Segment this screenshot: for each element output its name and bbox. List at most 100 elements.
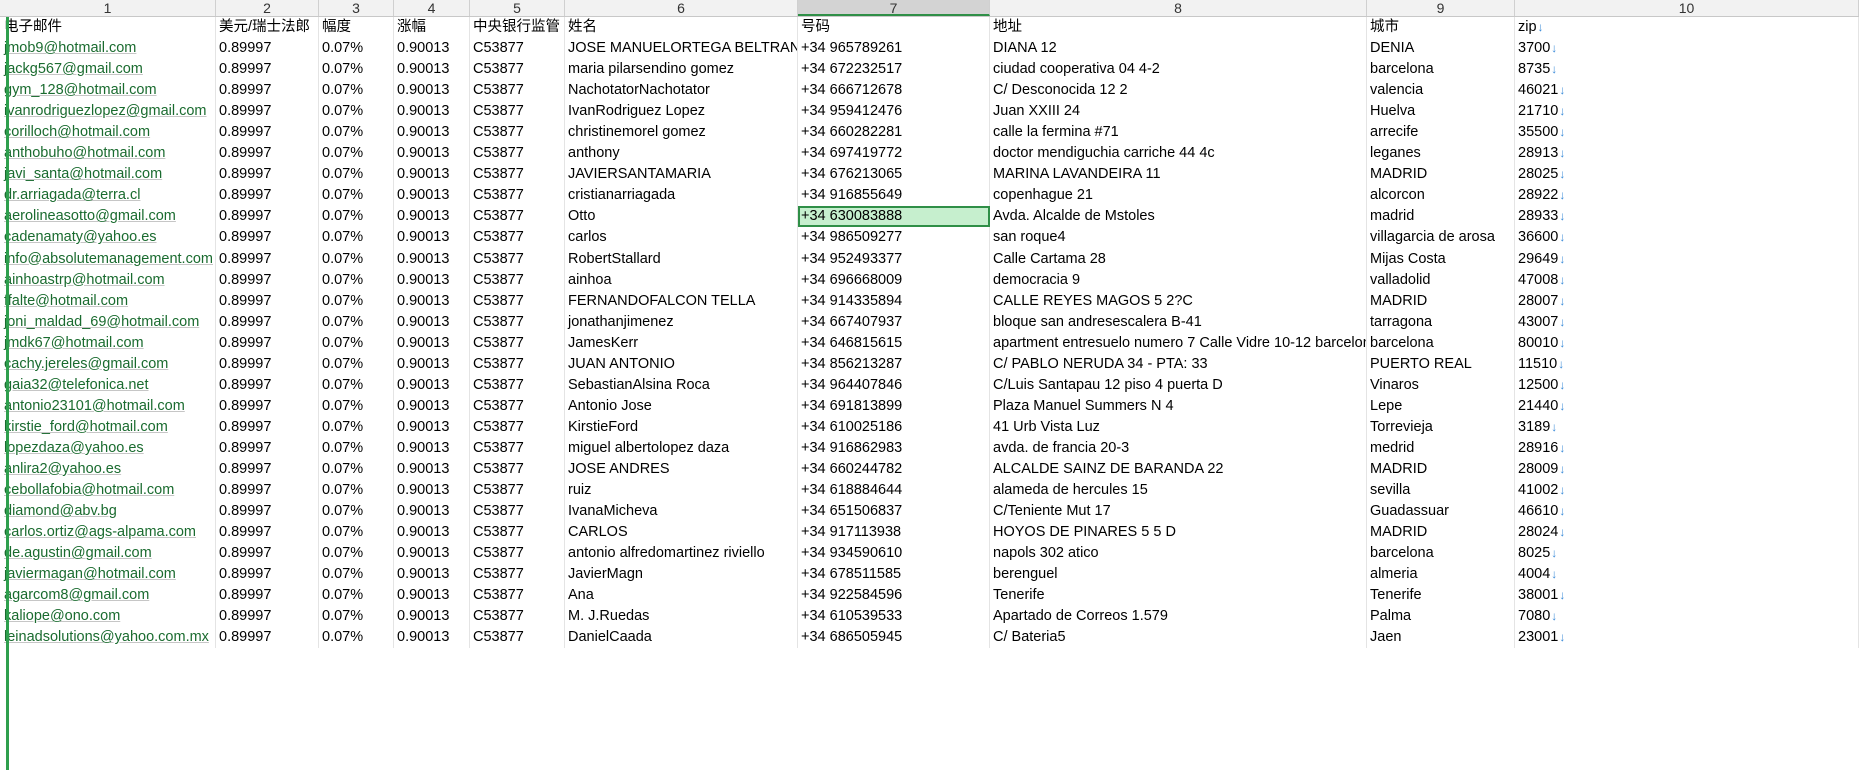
email-link[interactable]: de.agustin@gmail.com (4, 545, 152, 561)
email-link[interactable]: kirstie_ford@hotmail.com (4, 419, 168, 435)
cell-email[interactable]: kirstie_ford@hotmail.com (0, 416, 216, 438)
email-link[interactable]: joni_maldad_69@hotmail.com (4, 314, 199, 330)
cell-address[interactable]: avda. de francia 20-3 (990, 437, 1367, 459)
cell-change[interactable]: 0.90013 (394, 80, 470, 102)
cell-city[interactable]: Vinaros (1367, 374, 1515, 396)
cell-rate[interactable]: 0.89997 (216, 458, 319, 481)
cell-address[interactable]: C/Luis Santapau 12 piso 4 puerta D (990, 374, 1367, 396)
email-link[interactable]: jmdk67@hotmail.com (4, 335, 144, 351)
cell-name[interactable]: Otto (565, 206, 798, 228)
cell-rate[interactable]: 0.89997 (216, 480, 319, 502)
cell-phone[interactable]: +34 666712678 (798, 80, 990, 102)
cell-email[interactable]: dr.arriagada@terra.cl (0, 185, 216, 207)
cell-zip[interactable]: 12500 ↓ (1515, 374, 1859, 396)
column-header-3[interactable]: 3 (319, 0, 394, 16)
cell-address[interactable]: berenguel (990, 564, 1367, 586)
column-header-9[interactable]: 9 (1367, 0, 1515, 16)
cell-zip[interactable]: 3700 ↓ (1515, 38, 1859, 60)
cell-phone[interactable]: +34 672232517 (798, 59, 990, 81)
cell-zip[interactable]: 29649 ↓ (1515, 248, 1859, 270)
cell-email[interactable]: ivanrodriguezlopez@gmail.com (0, 101, 216, 123)
cell-change[interactable]: 0.90013 (394, 332, 470, 354)
cell-phone[interactable]: +34 646815615 (798, 332, 990, 354)
cell-zip[interactable]: 35500 ↓ (1515, 122, 1859, 144)
header-cell-range[interactable]: 幅度 (319, 17, 394, 39)
cell-zip[interactable]: 21440 ↓ (1515, 395, 1859, 417)
cell-name[interactable]: Ana (565, 585, 798, 607)
cell-rate[interactable]: 0.89997 (216, 437, 319, 459)
cell-address[interactable]: C/ PABLO NERUDA 34 - PTA: 33 (990, 353, 1367, 375)
cell-rate[interactable]: 0.89997 (216, 311, 319, 333)
cell-phone[interactable]: +34 676213065 (798, 164, 990, 186)
cell-change[interactable]: 0.90013 (394, 206, 470, 228)
cell-address[interactable]: CALLE REYES MAGOS 5 2?C (990, 290, 1367, 312)
cell-address[interactable]: ciudad cooperativa 04 4-2 (990, 59, 1367, 81)
cell-phone[interactable]: +34 686505945 (798, 627, 990, 649)
cell-zip[interactable]: 7080 ↓ (1515, 606, 1859, 628)
cell-address[interactable]: alameda de hercules 15 (990, 480, 1367, 502)
cell-rate[interactable]: 0.89997 (216, 185, 319, 207)
cell-range[interactable]: 0.07% (319, 248, 394, 270)
cell-city[interactable]: sevilla (1367, 480, 1515, 502)
cell-rate[interactable]: 0.89997 (216, 374, 319, 396)
cell-change[interactable]: 0.90013 (394, 185, 470, 207)
cell-rate[interactable]: 0.89997 (216, 353, 319, 375)
cell-range[interactable]: 0.07% (319, 332, 394, 354)
cell-change[interactable]: 0.90013 (394, 269, 470, 291)
cell-name[interactable]: Antonio Jose (565, 395, 798, 417)
cell-name[interactable]: JOSE MANUELORTEGA BELTRAN (565, 38, 798, 60)
cell-change[interactable]: 0.90013 (394, 501, 470, 523)
cell-change[interactable]: 0.90013 (394, 353, 470, 375)
header-cell-city[interactable]: 城市 (1367, 17, 1515, 39)
cell-zip[interactable]: 41002 ↓ (1515, 480, 1859, 502)
cell-regulator[interactable]: C53877 (470, 437, 565, 459)
email-link[interactable]: jmob9@hotmail.com (4, 40, 136, 56)
cell-regulator[interactable]: C53877 (470, 522, 565, 544)
cell-address[interactable]: ALCALDE SAINZ DE BARANDA 22 (990, 458, 1367, 481)
cell-zip[interactable]: 8735 ↓ (1515, 59, 1859, 81)
cell-name[interactable]: maria pilarsendino gomez (565, 59, 798, 81)
cell-city[interactable]: Tenerife (1367, 585, 1515, 607)
cell-change[interactable]: 0.90013 (394, 585, 470, 607)
cell-city[interactable]: MADRID (1367, 458, 1515, 481)
email-link[interactable]: cebollafobia@hotmail.com (4, 482, 174, 498)
cell-city[interactable]: villagarcia de arosa (1367, 227, 1515, 249)
cell-city[interactable]: valladolid (1367, 269, 1515, 291)
email-link[interactable]: info@absolutemanagement.com (4, 251, 213, 267)
cell-phone[interactable]: +34 618884644 (798, 480, 990, 502)
cell-phone[interactable]: +34 917113938 (798, 522, 990, 544)
cell-phone[interactable]: +34 856213287 (798, 353, 990, 375)
cell-phone[interactable]: +34 630083888 (798, 206, 990, 228)
cell-rate[interactable]: 0.89997 (216, 143, 319, 165)
cell-phone[interactable]: +34 610539533 (798, 606, 990, 628)
cell-city[interactable]: medrid (1367, 437, 1515, 459)
cell-regulator[interactable]: C53877 (470, 564, 565, 586)
cell-regulator[interactable]: C53877 (470, 248, 565, 270)
email-link[interactable]: kaliope@ono.com (4, 608, 120, 624)
cell-rate[interactable]: 0.89997 (216, 59, 319, 81)
cell-zip[interactable]: 28922 ↓ (1515, 185, 1859, 207)
cell-zip[interactable]: 80010 ↓ (1515, 332, 1859, 354)
cell-city[interactable]: Mijas Costa (1367, 248, 1515, 270)
cell-name[interactable]: SebastianAlsina Roca (565, 374, 798, 396)
cell-address[interactable]: san roque4 (990, 227, 1367, 249)
cell-email[interactable]: javiermagan@hotmail.com (0, 564, 216, 586)
email-link[interactable]: javiermagan@hotmail.com (4, 566, 176, 582)
cell-email[interactable]: cebollafobia@hotmail.com (0, 480, 216, 502)
column-header-5[interactable]: 5 (470, 0, 565, 16)
cell-city[interactable]: Huelva (1367, 101, 1515, 123)
cell-phone[interactable]: +34 678511585 (798, 564, 990, 586)
email-link[interactable]: antonio23101@hotmail.com (4, 398, 185, 414)
cell-zip[interactable]: 28933 ↓ (1515, 206, 1859, 228)
cell-address[interactable]: C/ Bateria5 (990, 627, 1367, 649)
cell-zip[interactable]: 4004 ↓ (1515, 564, 1859, 586)
cell-regulator[interactable]: C53877 (470, 122, 565, 144)
cell-city[interactable]: Guadassuar (1367, 501, 1515, 523)
cell-name[interactable]: ainhoa (565, 269, 798, 291)
cell-change[interactable]: 0.90013 (394, 416, 470, 438)
cell-email[interactable]: agarcom8@gmail.com (0, 585, 216, 607)
cell-zip[interactable]: 28916 ↓ (1515, 437, 1859, 459)
cell-email[interactable]: info@absolutemanagement.com (0, 248, 216, 270)
cell-range[interactable]: 0.07% (319, 59, 394, 81)
header-cell-regulator[interactable]: 中央银行监管 (470, 17, 565, 39)
